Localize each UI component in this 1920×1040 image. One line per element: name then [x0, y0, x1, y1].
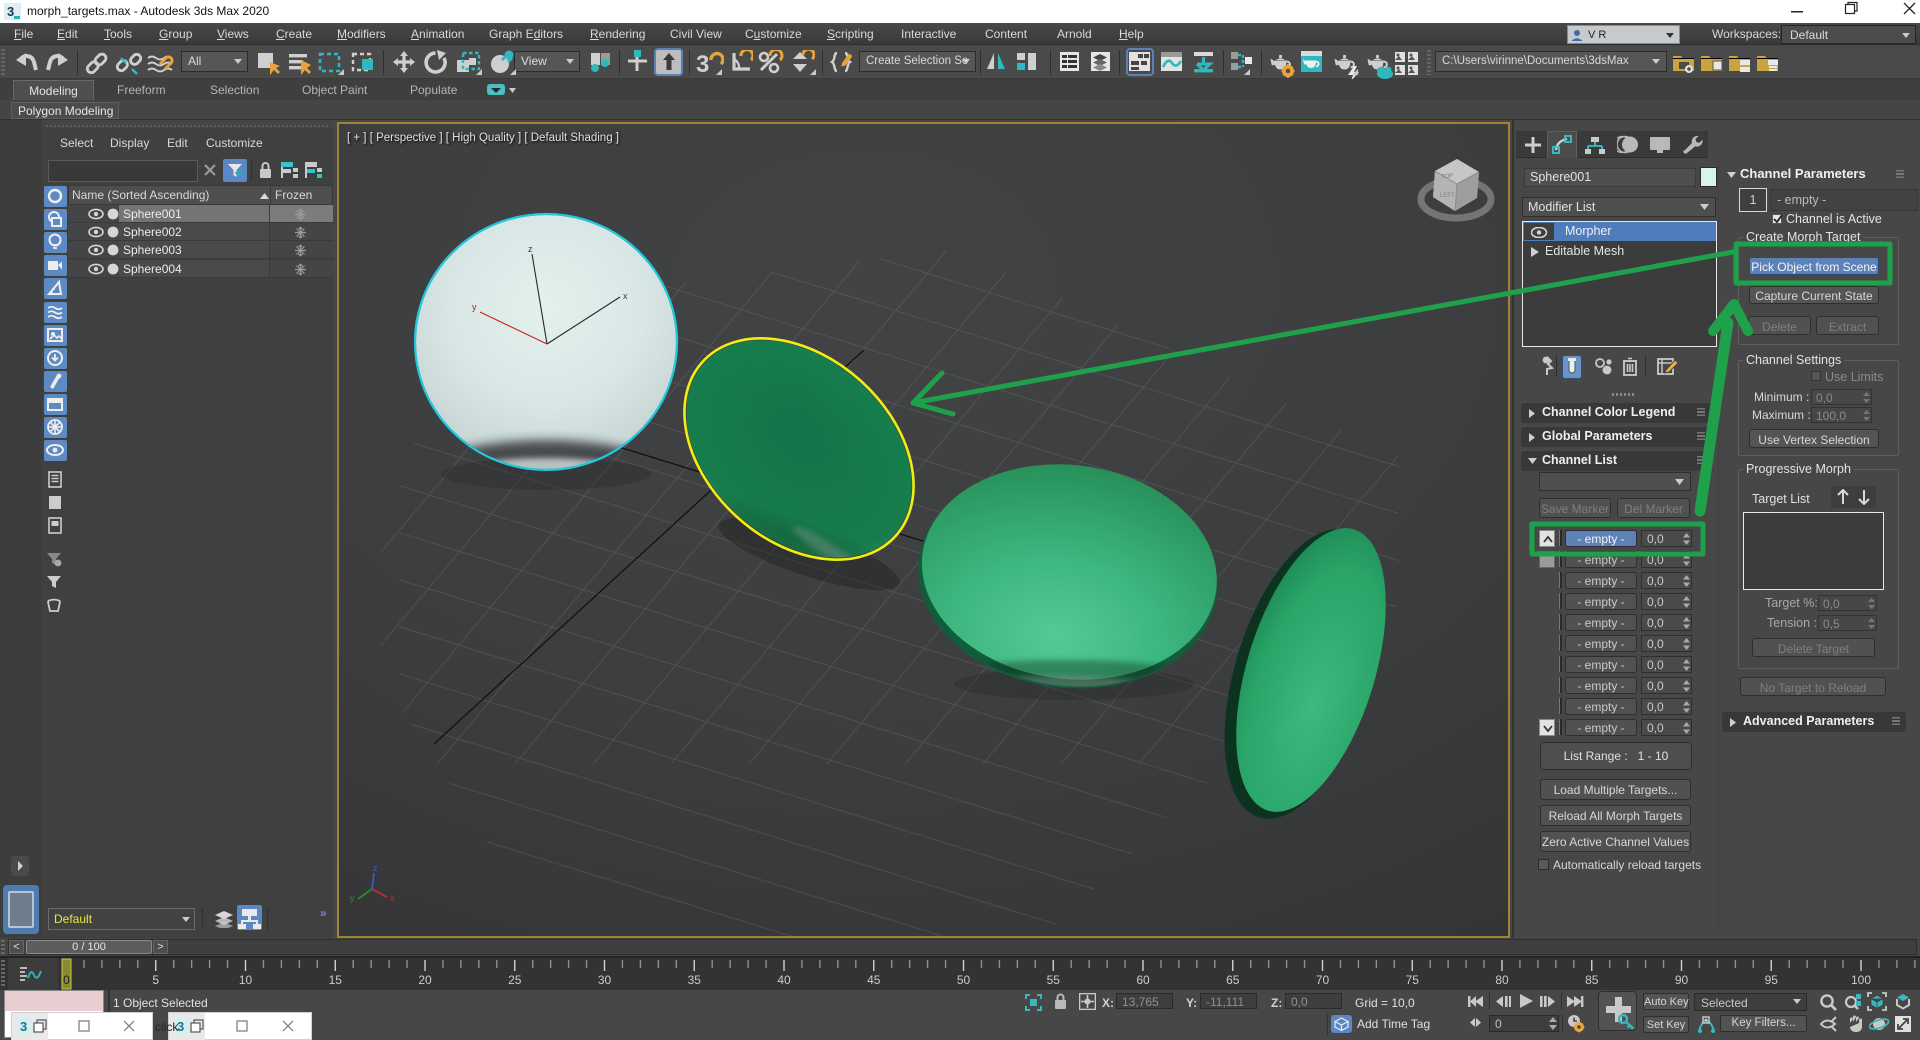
svg-text:3: 3	[7, 4, 14, 19]
svg-text:3: 3	[20, 1019, 27, 1034]
svg-text:100: 100	[1851, 973, 1871, 987]
svg-text:70: 70	[1316, 973, 1330, 987]
svg-text:85: 85	[1585, 973, 1599, 987]
svg-text:3: 3	[696, 51, 709, 76]
svg-text:50: 50	[957, 973, 971, 987]
svg-text:40: 40	[777, 973, 791, 987]
svg-text:20: 20	[418, 973, 432, 987]
svg-text:45: 45	[867, 973, 881, 987]
svg-text:60: 60	[1136, 973, 1150, 987]
svg-text:15: 15	[329, 973, 343, 987]
svg-text:90: 90	[1675, 973, 1689, 987]
svg-text:80: 80	[1495, 973, 1509, 987]
svg-text:z: z	[528, 244, 533, 254]
svg-text:y: y	[350, 893, 355, 903]
svg-text:5: 5	[152, 973, 159, 987]
svg-text:35: 35	[688, 973, 702, 987]
svg-text:y: y	[472, 302, 477, 312]
svg-text:95: 95	[1765, 973, 1779, 987]
svg-text:0: 0	[63, 973, 70, 987]
svg-text:x: x	[623, 291, 628, 301]
svg-text:75: 75	[1406, 973, 1420, 987]
svg-text:65: 65	[1226, 973, 1240, 987]
svg-text:25: 25	[508, 973, 522, 987]
svg-text:LEFT: LEFT	[1440, 193, 1455, 199]
svg-text:30: 30	[598, 973, 612, 987]
svg-text:x: x	[390, 893, 395, 903]
svg-text:z: z	[373, 863, 378, 873]
svg-text:55: 55	[1047, 973, 1061, 987]
svg-text:10: 10	[239, 973, 253, 987]
svg-text:TOP: TOP	[1441, 173, 1454, 180]
